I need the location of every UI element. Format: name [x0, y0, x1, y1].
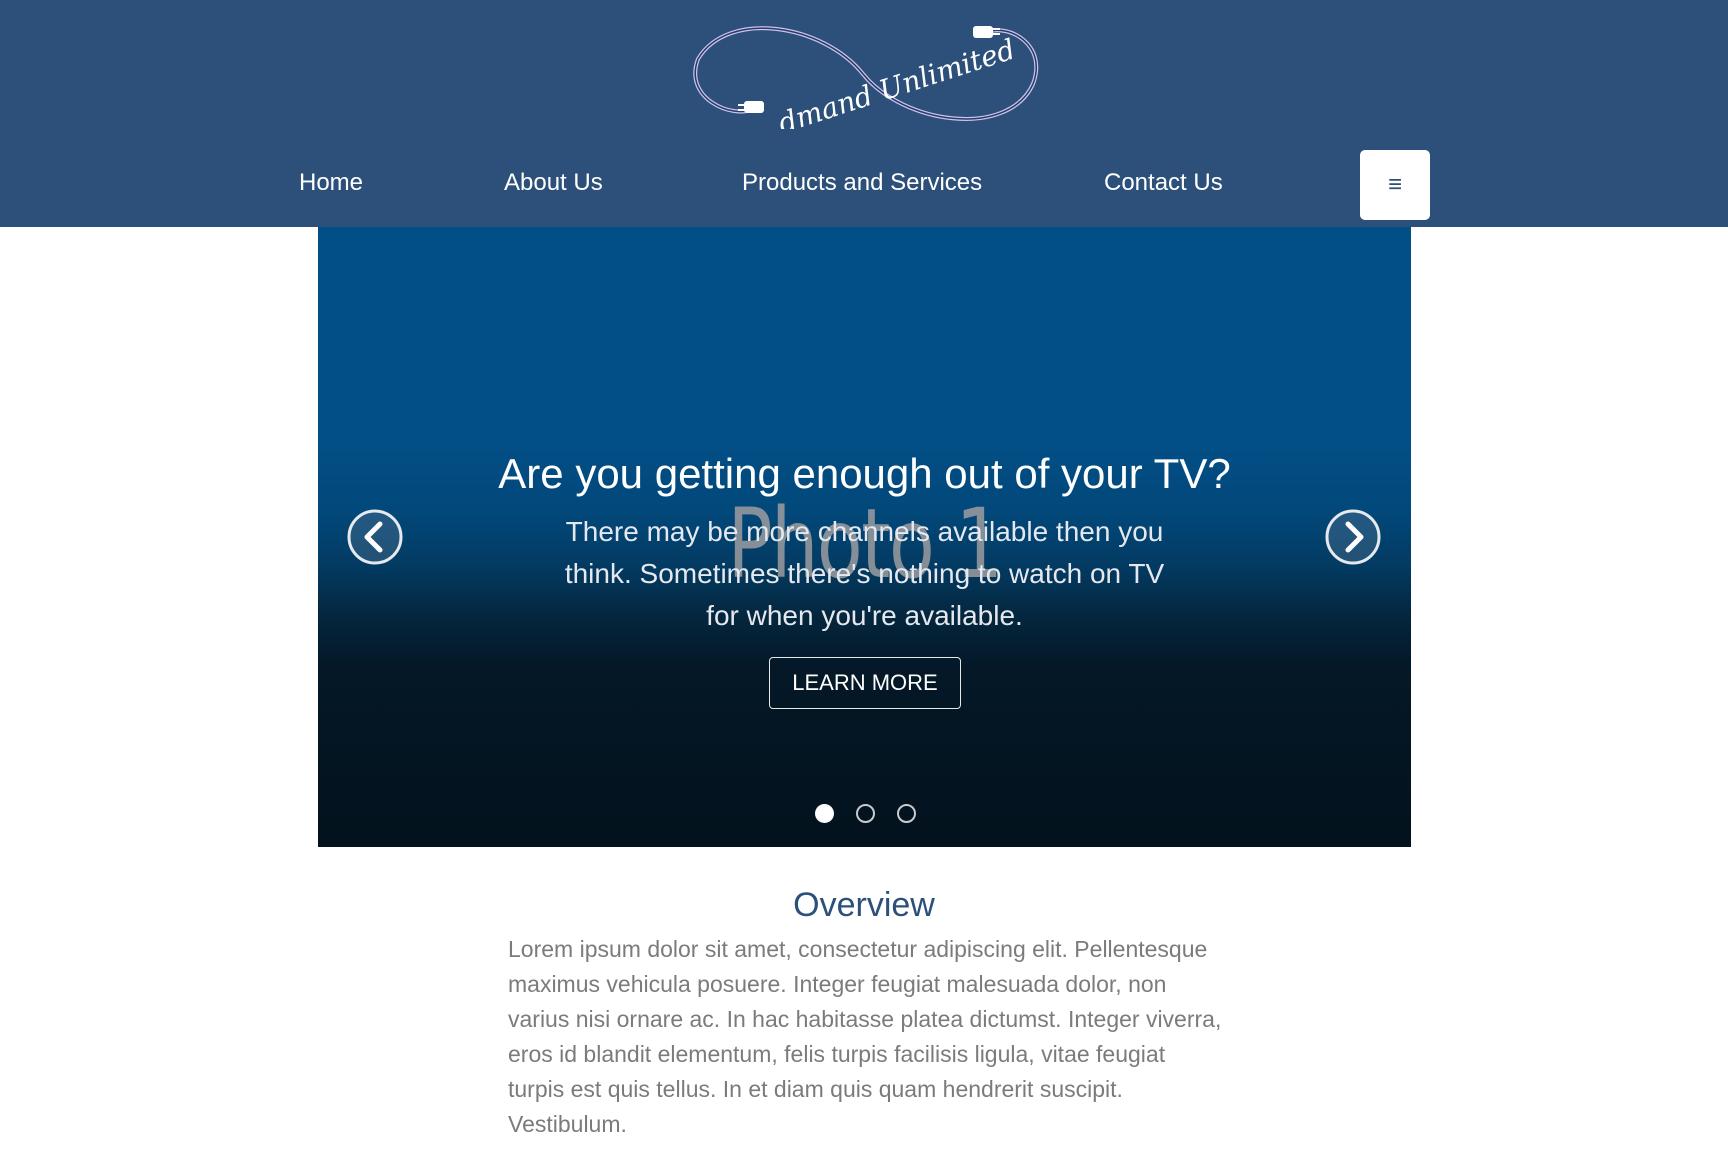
- hamburger-icon: ≡: [1387, 171, 1402, 198]
- overview-body-text: Lorem ipsum dolor sit amet, consectetur …: [508, 936, 1222, 1137]
- hero-description: There may be more channels available the…: [564, 516, 1165, 631]
- nav-home[interactable]: Home: [299, 168, 363, 198]
- learn-more-button[interactable]: LEARN MORE: [769, 657, 961, 709]
- svg-text:dmand Unlimited: dmand Unlimited: [774, 32, 1019, 129]
- chevron-left-icon: [347, 509, 403, 565]
- chevron-right-icon: [1325, 509, 1381, 565]
- hero-carousel: Photo 1 Are you getting enough out of yo…: [318, 227, 1411, 847]
- infinity-cable-logo-icon: dmand Unlimited: [693, 26, 1039, 140]
- nav-products-and-services[interactable]: Products and Services: [742, 168, 982, 198]
- nav-contact-us[interactable]: Contact Us: [1104, 168, 1223, 198]
- hero-title: Are you getting enough out of your TV?: [498, 450, 1231, 497]
- carousel-prev-button[interactable]: [346, 508, 404, 566]
- menu-toggle-button[interactable]: ≡: [1360, 150, 1430, 220]
- site-header: dmand Unlimited Home About Us Products a…: [0, 0, 1728, 227]
- site-logo[interactable]: dmand Unlimited: [688, 14, 1042, 140]
- nav-about-us[interactable]: About Us: [504, 168, 603, 198]
- overview-heading: Overview: [793, 886, 935, 924]
- carousel-indicator-1-active[interactable]: [815, 804, 834, 823]
- carousel-indicator-3[interactable]: [897, 804, 916, 823]
- carousel-indicator-2[interactable]: [856, 804, 875, 823]
- carousel-next-button[interactable]: [1324, 508, 1382, 566]
